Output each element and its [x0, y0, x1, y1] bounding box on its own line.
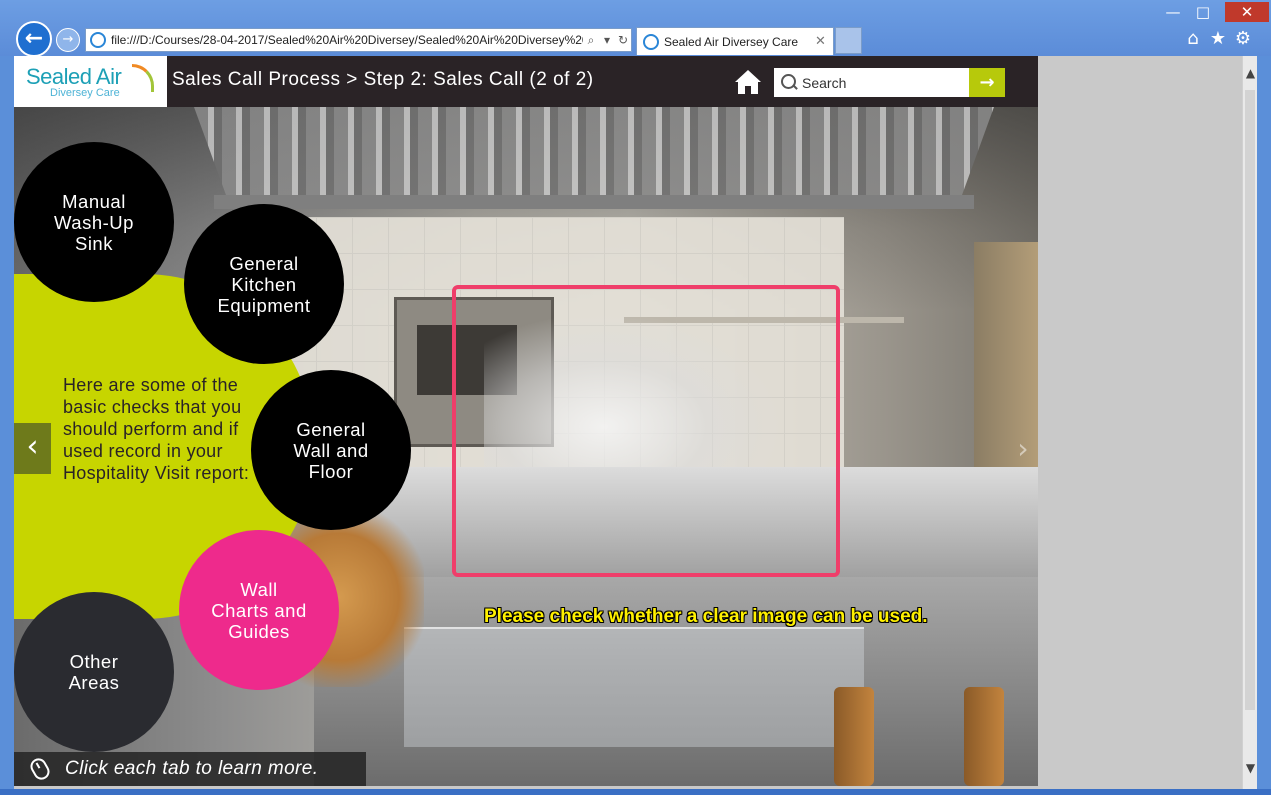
browser-chrome: — □ ✕ ← → file:///D:/Courses/28-04-2017/… — [0, 0, 1271, 57]
refresh-icon[interactable]: ↻ — [615, 33, 631, 47]
tab-label: Wall Charts and Guides — [211, 578, 307, 642]
tab-general-wall-and-floor[interactable]: General Wall and Floor — [251, 370, 411, 530]
next-slide-button[interactable]: › — [1011, 432, 1035, 466]
tab-manual-wash-up-sink[interactable]: Manual Wash-Up Sink — [14, 142, 174, 302]
previous-slide-button[interactable]: ‹ — [14, 423, 51, 474]
scroll-up-icon[interactable]: ▲ — [1243, 66, 1258, 80]
dropdown-icon[interactable]: ▾ — [599, 33, 615, 47]
mouse-icon — [27, 755, 53, 783]
tab-general-kitchen-equipment[interactable]: General Kitchen Equipment — [184, 204, 344, 364]
instruction-text: Click each tab to learn more. — [65, 758, 319, 779]
back-button[interactable]: ← — [16, 21, 52, 57]
home-icon[interactable]: ⌂ — [1182, 28, 1204, 50]
sneeze-guard — [404, 627, 864, 747]
search-input[interactable] — [802, 74, 962, 91]
ie-tab-icon — [643, 33, 659, 50]
minimize-button[interactable]: — — [1158, 2, 1188, 22]
scroll-thumb[interactable] — [1245, 90, 1255, 710]
tab-wall-charts-and-guides[interactable]: Wall Charts and Guides — [179, 530, 339, 690]
highlight-box — [452, 285, 840, 577]
search-icon[interactable]: ⌕ — [583, 33, 599, 48]
search-box[interactable] — [774, 68, 970, 97]
forward-button[interactable]: → — [56, 28, 80, 52]
arrow-left-icon: ← — [24, 26, 44, 51]
arrow-right-icon: → — [62, 32, 74, 47]
new-tab-button[interactable] — [835, 27, 862, 54]
search-icon — [774, 68, 802, 97]
sealed-air-logo: Sealed Air Diversey Care — [14, 56, 167, 107]
maximize-button[interactable]: □ — [1188, 2, 1218, 22]
tab-other-areas[interactable]: Other Areas — [14, 592, 174, 752]
address-bar[interactable]: file:///D:/Courses/28-04-2017/Sealed%20A… — [85, 28, 632, 52]
browser-tab[interactable]: Sealed Air Diversey Care ✕ — [636, 27, 834, 55]
intro-text: Here are some of the basic checks that y… — [63, 375, 250, 483]
hood-rail — [214, 195, 974, 209]
search-go-button[interactable]: → — [969, 68, 1005, 97]
handle — [834, 687, 874, 786]
star-icon[interactable]: ★ — [1207, 28, 1229, 50]
tab-label: Other Areas — [68, 651, 120, 693]
extractor-hood — [194, 107, 994, 195]
close-window-button[interactable]: ✕ — [1225, 2, 1269, 22]
gear-icon[interactable]: ⚙ — [1232, 28, 1254, 50]
course-player: Please check whether a clear image can b… — [14, 56, 1038, 786]
tab-label: General Kitchen Equipment — [217, 252, 311, 316]
handle — [964, 687, 1004, 786]
tab-label: Manual Wash-Up Sink — [54, 190, 134, 254]
address-url[interactable]: file:///D:/Courses/28-04-2017/Sealed%20A… — [111, 33, 583, 47]
page-title: Sales Call Process > Step 2: Sales Call … — [172, 69, 594, 90]
close-tab-icon[interactable]: ✕ — [815, 34, 833, 49]
course-header: Sealed Air Diversey Care Sales Call Proc… — [14, 56, 1038, 107]
wooden-handles — [814, 687, 1038, 786]
scroll-down-icon[interactable]: ▼ — [1243, 761, 1258, 775]
ie-page-icon — [90, 32, 106, 48]
image-caption: Please check whether a clear image can b… — [484, 606, 928, 627]
home-icon[interactable] — [733, 67, 763, 97]
tab-title: Sealed Air Diversey Care — [664, 34, 799, 49]
vertical-scrollbar[interactable]: ▲ ▼ — [1242, 56, 1257, 789]
instruction-bar: Click each tab to learn more. — [14, 752, 366, 786]
taskbar-strip — [0, 789, 1271, 795]
tab-label: General Wall and Floor — [293, 418, 369, 482]
